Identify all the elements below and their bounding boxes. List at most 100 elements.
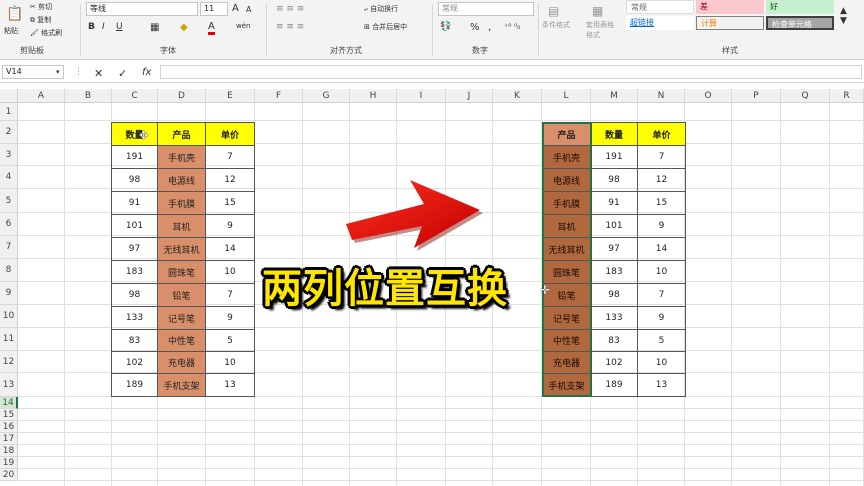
column-header[interactable]: L [542, 89, 591, 103]
column-header[interactable]: E [206, 89, 255, 103]
name-box[interactable]: V14 [2, 65, 64, 79]
table-header-cell[interactable]: 数量 [111, 122, 158, 146]
style-normal[interactable]: 常规 [626, 0, 694, 14]
table-cell[interactable]: 183 [111, 260, 158, 284]
row-header[interactable]: 14 [0, 397, 18, 409]
phonetic-button[interactable]: wén [236, 22, 250, 30]
column-header[interactable]: I [397, 89, 446, 103]
table-cell[interactable]: 耳机 [157, 214, 206, 238]
table-cell[interactable]: 13 [637, 373, 686, 397]
table-cell[interactable]: 9 [205, 214, 255, 238]
italic-button[interactable]: I [102, 22, 105, 32]
column-header[interactable]: R [830, 89, 864, 103]
table-cell[interactable]: 191 [111, 145, 158, 169]
format-table-icon[interactable]: ▦ [592, 4, 603, 18]
column-header[interactable]: H [350, 89, 397, 103]
column-header[interactable]: P [732, 89, 781, 103]
row-header[interactable]: 1 [0, 103, 18, 121]
row-header[interactable]: 13 [0, 373, 18, 397]
cancel-button[interactable]: ✕ [94, 67, 103, 80]
table-cell[interactable]: 183 [590, 260, 638, 284]
row-header[interactable]: 20 [0, 469, 18, 481]
copy-button[interactable]: ⧉ 复制 [30, 15, 51, 25]
table-cell[interactable]: 电源线 [157, 168, 206, 192]
row-header[interactable]: 15 [0, 409, 18, 421]
table-cell[interactable]: 133 [590, 306, 638, 330]
conditional-format-button[interactable]: 条件格式 [542, 20, 570, 30]
table-cell[interactable]: 圆珠笔 [157, 260, 206, 284]
paste-icon[interactable]: 📋 [6, 6, 23, 22]
borders-icon[interactable]: ▦ [150, 22, 159, 33]
table-cell[interactable]: 98 [590, 283, 638, 307]
row-header[interactable]: 12 [0, 351, 18, 373]
shrink-font-button[interactable]: A [246, 5, 251, 14]
table-header-cell[interactable]: 数量 [590, 122, 638, 146]
format-table-button[interactable]: 套用表格格式 [586, 20, 618, 40]
underline-button[interactable]: U [116, 22, 123, 32]
table-cell[interactable]: 91 [111, 191, 158, 215]
formula-options-icon[interactable]: ⋮ [74, 67, 83, 77]
table-cell[interactable]: 15 [637, 191, 686, 215]
table-cell[interactable]: 5 [637, 329, 686, 352]
column-header[interactable]: F [255, 89, 303, 103]
table-cell[interactable]: 手机膜 [542, 191, 591, 215]
table-cell[interactable]: 133 [111, 306, 158, 330]
table-cell[interactable]: 无线耳机 [542, 237, 591, 261]
table-cell[interactable]: 9 [637, 214, 686, 238]
column-header[interactable]: Q [781, 89, 830, 103]
font-color-button[interactable]: A [208, 21, 215, 35]
row-header[interactable]: 16 [0, 421, 18, 433]
column-header[interactable]: A [18, 89, 65, 103]
table-cell[interactable]: 101 [111, 214, 158, 238]
table-cell[interactable]: 83 [590, 329, 638, 352]
column-header[interactable]: M [591, 89, 638, 103]
table-cell[interactable]: 铅笔 [157, 283, 206, 307]
table-cell[interactable]: 13 [205, 373, 255, 397]
column-header[interactable]: B [65, 89, 112, 103]
column-header[interactable]: O [685, 89, 732, 103]
insert-function-button[interactable]: fx [142, 67, 151, 78]
name-box-dropdown-icon[interactable]: ▾ [56, 68, 60, 76]
table-cell[interactable]: 189 [111, 373, 158, 397]
table-cell[interactable]: 9 [637, 306, 686, 330]
fill-color-icon[interactable]: ◆ [180, 22, 188, 33]
row-header[interactable]: 9 [0, 282, 18, 305]
table-header-cell[interactable]: 单价 [205, 122, 255, 146]
enter-button[interactable]: ✓ [118, 67, 127, 80]
table-cell[interactable]: 10 [205, 260, 255, 284]
row-header[interactable]: 8 [0, 259, 18, 282]
font-size-select[interactable]: 11 [200, 2, 228, 16]
table-cell[interactable]: 7 [205, 283, 255, 307]
cut-button[interactable]: ✂ 剪切 [30, 2, 52, 12]
row-header[interactable]: 19 [0, 457, 18, 469]
table-cell[interactable]: 10 [637, 260, 686, 284]
wrap-text-button[interactable]: ⤶ 自动换行 [364, 4, 398, 14]
grow-font-button[interactable]: A [232, 3, 239, 14]
table-cell[interactable]: 耳机 [542, 214, 591, 238]
table-cell[interactable]: 98 [590, 168, 638, 192]
table-cell[interactable]: 7 [637, 283, 686, 307]
table-cell[interactable]: 10 [637, 351, 686, 374]
style-check-cell[interactable]: 检查单元格 [766, 16, 834, 30]
row-header[interactable]: 4 [0, 166, 18, 189]
table-cell[interactable]: 97 [111, 237, 158, 261]
decimal-icon[interactable]: ⁺⁰ ⁰₀ [504, 22, 520, 31]
table-cell[interactable]: 191 [590, 145, 638, 169]
formula-input[interactable] [160, 65, 862, 79]
table-header-cell[interactable]: 产品 [157, 122, 206, 146]
align-top-icon[interactable]: ≡ ≡ ≡ [276, 4, 304, 14]
table-cell[interactable]: 手机支架 [542, 373, 591, 397]
table-cell[interactable]: 充电器 [542, 351, 591, 374]
row-header[interactable]: 2 [0, 121, 18, 144]
row-header[interactable]: 17 [0, 433, 18, 445]
column-header[interactable]: C [112, 89, 158, 103]
table-cell[interactable]: 中性笔 [542, 329, 591, 352]
table-header-cell[interactable]: 单价 [637, 122, 686, 146]
format-painter-button[interactable]: 🖌 格式刷 [30, 28, 62, 38]
comma-button[interactable]: , [488, 22, 491, 33]
table-cell[interactable]: 圆珠笔 [542, 260, 591, 284]
table-cell[interactable]: 10 [205, 351, 255, 374]
table-cell[interactable]: 102 [111, 351, 158, 374]
select-all-corner[interactable] [0, 89, 18, 103]
table-cell[interactable]: 12 [637, 168, 686, 192]
